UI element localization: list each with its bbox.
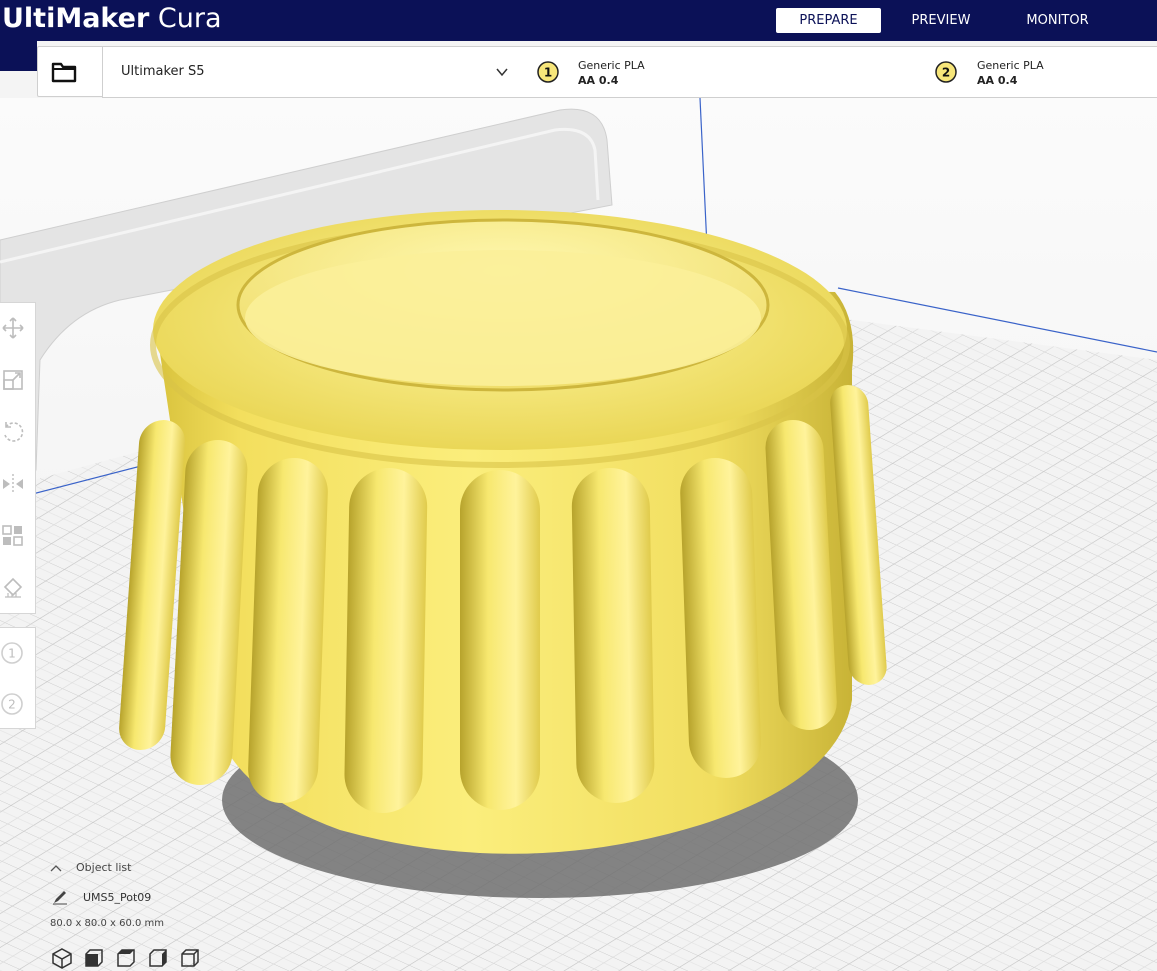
svg-text:2: 2 — [8, 698, 16, 712]
pencil-icon[interactable] — [52, 889, 68, 905]
extruder-2-button[interactable]: 2 — [0, 691, 26, 717]
extruder-1[interactable]: 1 Generic PLA AA 0.4 — [521, 47, 921, 97]
scene-canvas — [0, 98, 1157, 971]
object-name[interactable]: UMS5_Pot09 — [83, 891, 151, 904]
3d-viewport[interactable] — [0, 98, 1157, 971]
extruder-1-material: Generic PLA — [578, 59, 645, 72]
svg-text:1: 1 — [544, 66, 552, 80]
chevron-up-icon[interactable] — [50, 864, 62, 872]
tab-monitor[interactable]: MONITOR — [1005, 8, 1110, 33]
svg-text:1: 1 — [8, 647, 16, 661]
front-view-icon[interactable] — [82, 946, 106, 970]
mirror-icon[interactable] — [0, 471, 26, 497]
extruder-2-material: Generic PLA — [977, 59, 1044, 72]
extruder-1-nozzle: AA 0.4 — [578, 74, 619, 87]
3d-view-icon[interactable] — [50, 946, 74, 970]
top-view-icon[interactable] — [114, 946, 138, 970]
folder-icon — [51, 62, 77, 83]
extruder-2-icon: 2 — [935, 61, 957, 83]
right-view-icon[interactable] — [178, 946, 202, 970]
svg-text:2: 2 — [942, 66, 950, 80]
app-logo: UltiMaker Cura — [2, 3, 222, 34]
extruder-1-button[interactable]: 1 — [0, 640, 26, 666]
top-header: UltiMaker Cura PREPARE PREVIEW MONITOR — [0, 0, 1157, 41]
object-list-toggle[interactable]: Object list — [76, 861, 131, 874]
extruder-2[interactable]: 2 Generic PLA AA 0.4 — [921, 47, 1157, 97]
rotate-icon[interactable] — [0, 419, 26, 445]
object-dimensions: 80.0 x 80.0 x 60.0 mm — [50, 918, 165, 929]
printer-selector[interactable]: Ultimaker S5 — [102, 46, 522, 98]
chevron-down-icon — [496, 68, 508, 77]
tab-prepare[interactable]: PREPARE — [776, 8, 881, 33]
object-list-panel: Object list UMS5_Pot09 80.0 x 80.0 x 60.… — [44, 858, 304, 971]
printer-name: Ultimaker S5 — [121, 64, 205, 79]
extruder-tool-panel: 1 2 — [0, 627, 36, 729]
tool-panel — [0, 302, 36, 614]
extruder-2-nozzle: AA 0.4 — [977, 74, 1018, 87]
support-blocker-icon[interactable] — [0, 575, 26, 601]
header-strip — [0, 41, 37, 71]
extruder-configuration[interactable]: 1 Generic PLA AA 0.4 2 Generic PLA AA 0.… — [521, 46, 1157, 98]
tab-preview[interactable]: PREVIEW — [890, 8, 992, 33]
scale-icon[interactable] — [0, 367, 26, 393]
move-icon[interactable] — [0, 315, 26, 341]
left-view-icon[interactable] — [146, 946, 170, 970]
extruder-1-icon: 1 — [537, 61, 559, 83]
per-model-settings-icon[interactable] — [0, 523, 26, 549]
